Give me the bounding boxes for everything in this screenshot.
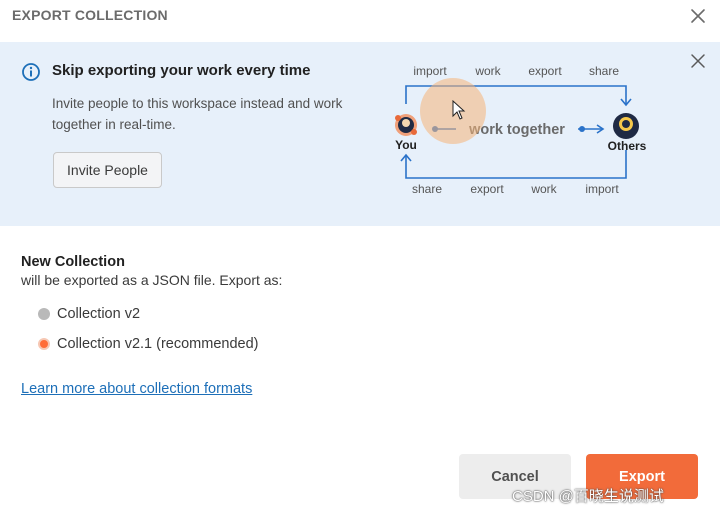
banner-close-icon[interactable] [689,52,707,70]
diagram-bottom-label: share [412,182,442,196]
radio-collection-v2[interactable]: Collection v2 [38,306,140,322]
info-icon [22,63,40,81]
diagram-left-label: You [395,138,417,152]
learn-more-link[interactable]: Learn more about collection formats [21,381,252,397]
dialog-header: EXPORT COLLECTION [0,0,720,42]
invite-people-button[interactable]: Invite People [53,152,162,188]
watermark: CSDN @百晓生说测试 [512,488,664,505]
close-icon[interactable] [688,6,708,26]
radio-unselected-icon[interactable] [38,308,50,320]
others-avatar-icon [613,113,639,139]
section-title: New Collection [21,254,125,270]
dialog-title: EXPORT COLLECTION [12,7,168,23]
banner-title: Skip exporting your work every time [52,62,311,79]
diagram-top-label: import [413,64,447,78]
diagram-center-label: work together [468,122,565,138]
diagram-bottom-label: work [530,182,557,196]
radio-selected-icon[interactable] [38,338,50,350]
diagram-top-label: export [528,64,562,78]
diagram-top-label: work [474,64,501,78]
radio-label: Collection v2 [57,306,141,322]
section-description: will be exported as a JSON file. Export … [21,272,283,288]
you-avatar-icon [395,114,417,136]
radio-label: Collection v2.1 (recommended) [57,336,259,352]
diagram-bottom-label: export [470,182,504,196]
diagram-top-label: share [589,64,619,78]
collaboration-banner: Skip exporting your work every time Invi… [0,42,720,226]
radio-collection-v2-1[interactable]: Collection v2.1 (recommended) [38,336,258,352]
collaboration-diagram: import work export share share export wo… [395,64,647,196]
banner-description: Invite people to this workspace instead … [52,96,343,132]
diagram-bottom-label: import [585,182,619,196]
diagram-right-label: Others [608,139,647,153]
